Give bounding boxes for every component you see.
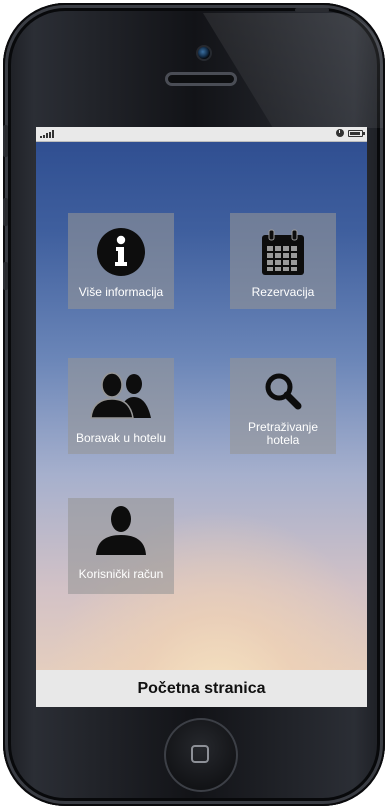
page-title: Početna stranica: [137, 679, 266, 697]
tile-label: Pretraživanje hotela: [247, 420, 319, 447]
info-icon: [68, 227, 174, 279]
status-bar: [36, 127, 367, 142]
page-title-bar: Početna stranica: [36, 670, 367, 707]
tile-hotel-search[interactable]: Pretraživanje hotela: [230, 358, 336, 454]
volume-up-button: [3, 198, 8, 226]
front-camera: [196, 45, 212, 61]
signal-icon: [40, 130, 54, 138]
guests-icon: [68, 370, 174, 422]
power-button: [295, 8, 329, 12]
home-button[interactable]: [164, 718, 238, 792]
tile-hotel-stay[interactable]: Boravak u hotelu: [68, 358, 174, 454]
search-icon: [230, 371, 336, 423]
tile-label: Rezervacija: [251, 285, 315, 299]
tile-user-account[interactable]: Korisnički račun: [68, 498, 174, 594]
tile-label: Korisnički račun: [78, 567, 164, 581]
tile-label: Više informacija: [78, 285, 164, 299]
glass-reflection: [203, 13, 383, 128]
phone-screen: Više informacija Rezervacija Boravak u h…: [36, 127, 367, 707]
battery-icon: [348, 129, 365, 137]
volume-down-button: [3, 262, 8, 290]
earpiece-speaker: [165, 72, 237, 86]
calendar-icon: [230, 229, 336, 281]
clock-icon: [336, 129, 344, 137]
user-icon: [68, 504, 174, 556]
tile-reservation[interactable]: Rezervacija: [230, 213, 336, 309]
mute-switch: [3, 125, 8, 157]
tile-more-info[interactable]: Više informacija: [68, 213, 174, 309]
tile-label: Boravak u hotelu: [75, 431, 167, 445]
home-square-icon: [191, 745, 209, 763]
